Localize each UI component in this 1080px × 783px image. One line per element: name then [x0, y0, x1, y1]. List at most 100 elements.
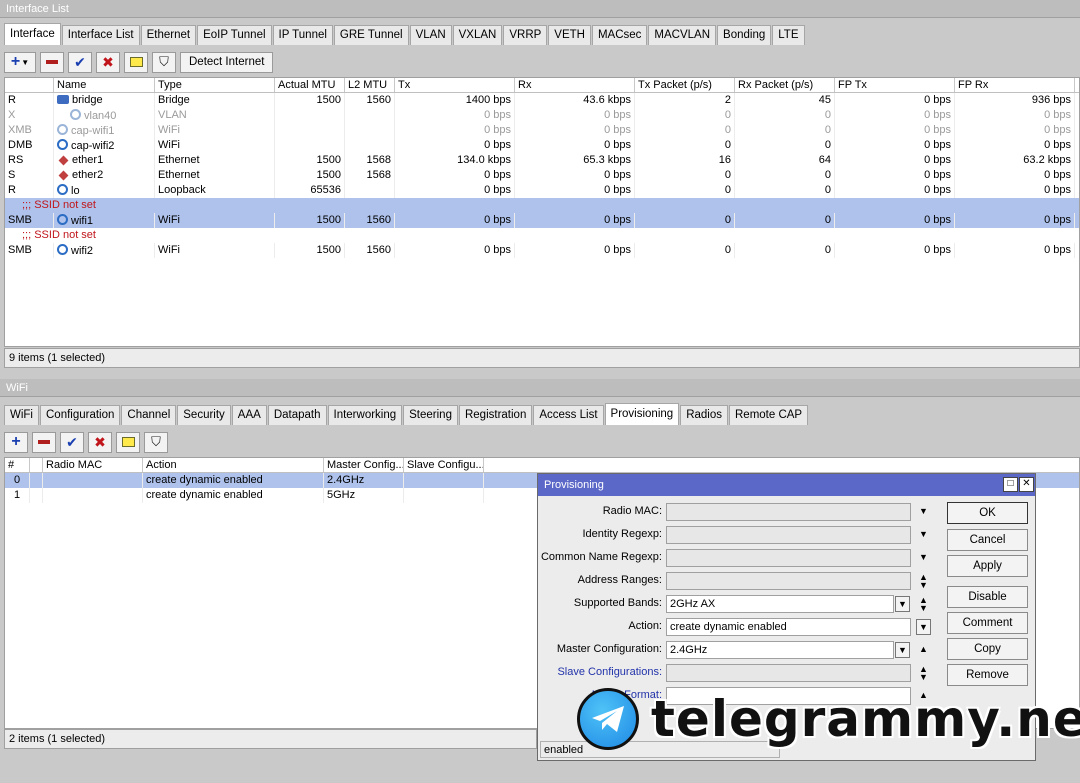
- enable-button[interactable]: ✔: [68, 51, 92, 73]
- up-down-arrow-icon[interactable]: ▲ ▼: [916, 665, 931, 682]
- col-radio-mac[interactable]: Radio MAC: [43, 458, 143, 472]
- up-arrow-icon[interactable]: ▲: [916, 642, 931, 658]
- col-rx[interactable]: Rx: [515, 78, 635, 92]
- tab-vlan[interactable]: VLAN: [409, 25, 452, 45]
- tab-security[interactable]: Security: [177, 405, 231, 425]
- slave-configurations-input[interactable]: [666, 664, 911, 682]
- col-l2-mtu[interactable]: L2 MTU: [345, 78, 395, 92]
- table-row[interactable]: X vlan40 VLAN 0 bps 0 bps 0 0 0 bps 0 bp…: [5, 108, 1079, 123]
- tab-macvlan[interactable]: MACVLAN: [648, 25, 717, 45]
- enable-button[interactable]: ✔: [60, 431, 84, 453]
- tab-steering[interactable]: Steering: [403, 405, 458, 425]
- col-flags[interactable]: [5, 78, 54, 92]
- tab-wifi[interactable]: WiFi: [4, 405, 39, 425]
- comment-button[interactable]: [124, 51, 148, 73]
- apply-button[interactable]: Apply: [947, 555, 1028, 577]
- remove-button[interactable]: Remove: [947, 664, 1028, 686]
- tab-veth[interactable]: VETH: [548, 25, 591, 45]
- tab-aaa[interactable]: AAA: [231, 405, 267, 425]
- remove-button[interactable]: [40, 51, 64, 73]
- identity-regexp-input[interactable]: [666, 526, 911, 544]
- tab-interworking[interactable]: Interworking: [327, 405, 403, 425]
- tab-configuration[interactable]: Configuration: [40, 405, 121, 425]
- col-tx-packet[interactable]: Tx Packet (p/s): [635, 78, 735, 92]
- add-button[interactable]: +: [4, 431, 28, 453]
- filter-button[interactable]: ⛉: [144, 431, 168, 453]
- common-name-regexp-input[interactable]: [666, 549, 911, 567]
- address-ranges-input[interactable]: [666, 572, 911, 590]
- table-row-selected[interactable]: SMB wifi1 WiFi 1500 1560 0 bps 0 bps 0 0…: [5, 213, 1079, 228]
- tab-vrrp[interactable]: VRRP: [503, 25, 548, 45]
- disable-button[interactable]: ✖: [88, 431, 112, 453]
- tab-macsec[interactable]: MACsec: [591, 25, 648, 45]
- dropdown-arrow-icon[interactable]: ▼: [916, 527, 931, 543]
- cancel-button[interactable]: Cancel: [947, 529, 1028, 551]
- col-flags[interactable]: [30, 458, 43, 472]
- col-name[interactable]: Name: [54, 78, 155, 92]
- tx-packet-cell: 0: [635, 123, 735, 138]
- flags-cell: X: [5, 108, 54, 123]
- col-rx-packet[interactable]: Rx Packet (p/s): [735, 78, 835, 92]
- table-row[interactable]: R bridge Bridge 1500 1560 1400 bps 43.6 …: [5, 93, 1079, 108]
- tab-gre-tunnel[interactable]: GRE Tunnel: [333, 25, 409, 45]
- action-select[interactable]: create dynamic enabled: [666, 618, 911, 636]
- col-action[interactable]: Action: [143, 458, 324, 472]
- maximize-button[interactable]: □: [1003, 477, 1018, 492]
- table-row[interactable]: DMB cap-wifi2 WiFi 0 bps 0 bps 0 0 0 bps…: [5, 138, 1079, 153]
- col-master-config[interactable]: Master Config...: [324, 458, 404, 472]
- master-configuration-select[interactable]: 2.4GHz: [666, 641, 894, 659]
- remove-button[interactable]: [32, 431, 56, 453]
- col-type[interactable]: Type: [155, 78, 275, 92]
- ok-button[interactable]: OK: [947, 502, 1028, 524]
- slave-configurations-label[interactable]: Slave Configurations:: [557, 666, 662, 678]
- col-tx[interactable]: Tx: [395, 78, 515, 92]
- tab-eoip-tunnel[interactable]: EoIP Tunnel: [197, 25, 272, 45]
- flags-cell: S: [5, 168, 54, 183]
- add-button[interactable]: + ▼: [4, 51, 36, 73]
- comment-button[interactable]: [116, 431, 140, 453]
- tab-ip-tunnel[interactable]: IP Tunnel: [272, 25, 333, 45]
- up-down-arrow-icon[interactable]: ▲ ▼: [916, 596, 931, 613]
- col-fp-rx[interactable]: FP Rx: [955, 78, 1075, 92]
- col-number[interactable]: #: [5, 458, 30, 472]
- tab-vxlan[interactable]: VXLAN: [452, 25, 503, 45]
- dropdown-arrow-icon[interactable]: ▼: [916, 550, 931, 566]
- filter-button[interactable]: ⛉: [152, 51, 176, 73]
- col-fp-tx[interactable]: FP Tx: [835, 78, 955, 92]
- tab-bonding[interactable]: Bonding: [717, 25, 772, 45]
- name-cell: ether1: [54, 153, 155, 168]
- tab-remote-cap[interactable]: Remote CAP: [729, 405, 809, 425]
- supported-bands-label: Supported Bands:: [573, 597, 662, 609]
- disable-button[interactable]: ✖: [96, 51, 120, 73]
- tab-access-list[interactable]: Access List: [533, 405, 604, 425]
- dropdown-arrow-icon[interactable]: ▼: [916, 504, 931, 520]
- up-down-arrow-icon[interactable]: ▲ ▼: [916, 573, 931, 590]
- tab-lte[interactable]: LTE: [772, 25, 805, 45]
- copy-button[interactable]: Copy: [947, 638, 1028, 660]
- tab-radios[interactable]: Radios: [680, 405, 728, 425]
- dialog-title-bar[interactable]: Provisioning □ ✕: [538, 474, 1035, 496]
- col-slave-config[interactable]: Slave Configu...: [404, 458, 484, 472]
- table-row[interactable]: SMB wifi2 WiFi 1500 1560 0 bps 0 bps 0 0…: [5, 243, 1079, 258]
- tab-registration[interactable]: Registration: [458, 405, 533, 425]
- tab-interface-list[interactable]: Interface List: [61, 25, 140, 45]
- dropdown-arrow-icon[interactable]: ▼: [895, 596, 910, 612]
- comment-button[interactable]: Comment: [947, 612, 1028, 634]
- dropdown-arrow-icon[interactable]: ▼: [916, 619, 931, 635]
- table-row[interactable]: XMB cap-wifi1 WiFi 0 bps 0 bps 0 0 0 bps…: [5, 123, 1079, 138]
- col-actual-mtu[interactable]: Actual MTU: [275, 78, 345, 92]
- tab-interface[interactable]: Interface: [4, 23, 61, 45]
- detect-internet-button[interactable]: Detect Internet: [180, 51, 274, 73]
- table-row[interactable]: S ether2 Ethernet 1500 1568 0 bps 0 bps …: [5, 168, 1079, 183]
- tab-provisioning[interactable]: Provisioning: [604, 403, 680, 425]
- supported-bands-input[interactable]: 2GHz AX: [666, 595, 894, 613]
- tab-datapath[interactable]: Datapath: [267, 405, 327, 425]
- table-row[interactable]: R lo Loopback 65536 0 bps 0 bps 0 0 0 bp…: [5, 183, 1079, 198]
- disable-button[interactable]: Disable: [947, 586, 1028, 608]
- tab-channel[interactable]: Channel: [121, 405, 177, 425]
- radio-mac-input[interactable]: [666, 503, 911, 521]
- close-button[interactable]: ✕: [1019, 477, 1034, 492]
- table-row[interactable]: RS ether1 Ethernet 1500 1568 134.0 kbps …: [5, 153, 1079, 168]
- tab-ethernet[interactable]: Ethernet: [140, 25, 197, 45]
- dropdown-arrow-icon[interactable]: ▼: [895, 642, 910, 658]
